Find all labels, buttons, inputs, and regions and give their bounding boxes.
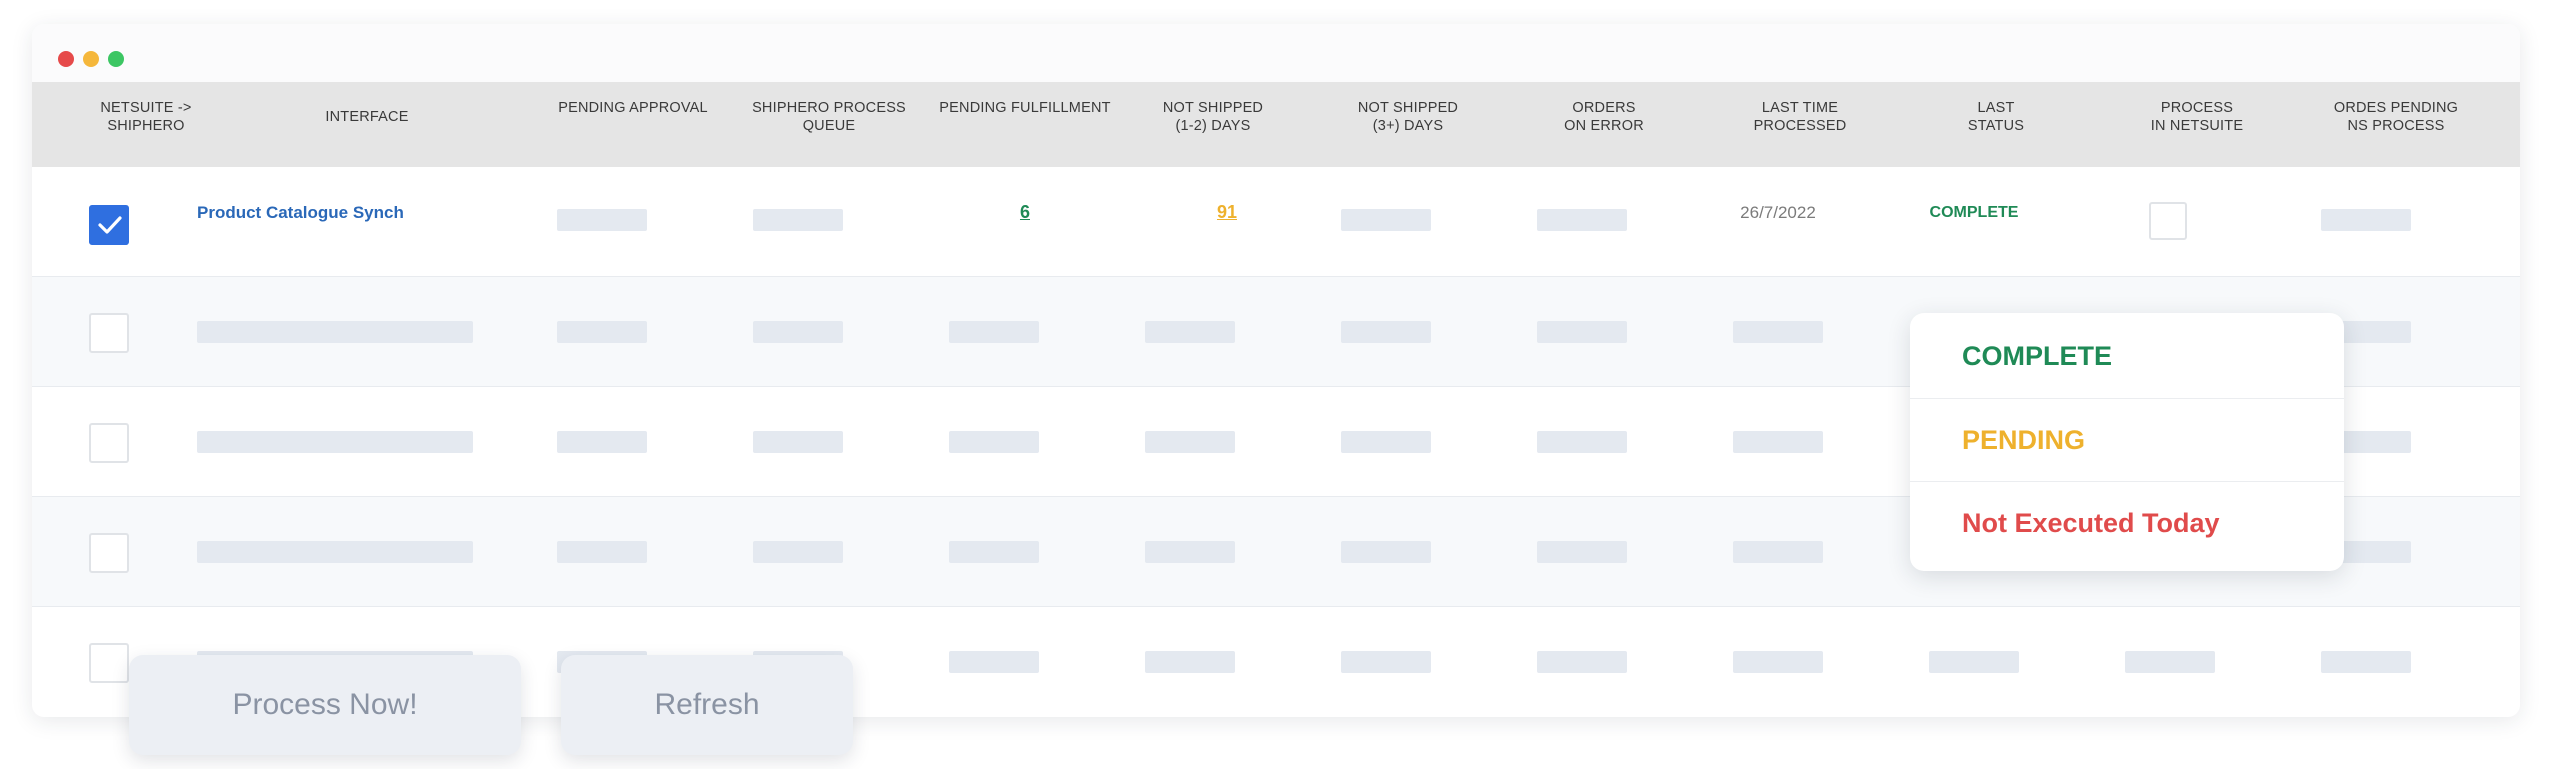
- cell-placeholder: [1733, 541, 1823, 563]
- row-select-checkbox[interactable]: [89, 205, 129, 245]
- check-icon: [98, 216, 122, 234]
- column-header-netsuite-shiphero[interactable]: NETSUITE -> SHIPHERO: [66, 82, 226, 167]
- cell-placeholder: [1341, 651, 1431, 673]
- process-in-netsuite-checkbox[interactable]: [2149, 202, 2187, 240]
- minimize-window-button[interactable]: [83, 51, 99, 67]
- interface-placeholder: [197, 431, 473, 453]
- last-time-processed: 26/7/2022: [1740, 203, 1816, 222]
- cell-placeholder: [1341, 541, 1431, 563]
- column-header-shiphero-process-queue[interactable]: SHIPHERO PROCESS QUEUE: [724, 82, 934, 167]
- interface-placeholder: [197, 541, 473, 563]
- cell-placeholder: [1537, 541, 1627, 563]
- ordes-pending-placeholder: [2321, 209, 2411, 231]
- cell-placeholder: [1341, 321, 1431, 343]
- cell-placeholder: [1733, 431, 1823, 453]
- process-now-button[interactable]: Process Now!: [129, 655, 521, 755]
- cell-placeholder: [2125, 651, 2215, 673]
- cell-placeholder: [1145, 431, 1235, 453]
- title-bar: [32, 24, 2520, 82]
- cell-placeholder: [1537, 651, 1627, 673]
- cell-placeholder: [1733, 651, 1823, 673]
- column-header-pending-fulfillment[interactable]: PENDING FULFILLMENT: [915, 82, 1135, 167]
- process-queue-placeholder: [753, 209, 843, 231]
- cell-placeholder: [949, 321, 1039, 343]
- cell-placeholder: [557, 431, 647, 453]
- row-select-checkbox[interactable]: [89, 643, 129, 683]
- column-header-process-in-netsuite[interactable]: PROCESS IN NETSUITE: [2097, 82, 2297, 167]
- cell-placeholder: [949, 431, 1039, 453]
- cell-placeholder: [1145, 541, 1235, 563]
- cell-placeholder: [557, 321, 647, 343]
- pending-approval-placeholder: [557, 209, 647, 231]
- row-select-checkbox[interactable]: [89, 533, 129, 573]
- orders-error-placeholder: [1537, 209, 1627, 231]
- cell-placeholder: [1537, 321, 1627, 343]
- status-dropdown-menu: COMPLETE PENDING Not Executed Today: [1910, 313, 2344, 571]
- cell-placeholder: [557, 541, 647, 563]
- column-header-not-shipped-1-2[interactable]: NOT SHIPPED (1-2) DAYS: [1113, 82, 1313, 167]
- column-header-ordes-pending-ns-process[interactable]: ORDES PENDING NS PROCESS: [2286, 82, 2506, 167]
- cell-placeholder: [949, 651, 1039, 673]
- column-header-not-shipped-3-plus[interactable]: NOT SHIPPED (3+) DAYS: [1308, 82, 1508, 167]
- maximize-window-button[interactable]: [108, 51, 124, 67]
- cell-placeholder: [1145, 321, 1235, 343]
- cell-placeholder: [1929, 651, 2019, 673]
- last-status[interactable]: COMPLETE: [1914, 204, 2034, 222]
- table-row: Product Catalogue Synch 6 91 26/7/2022 C…: [32, 167, 2520, 277]
- close-window-button[interactable]: [58, 51, 74, 67]
- cell-placeholder: [753, 431, 843, 453]
- status-option-pending[interactable]: PENDING: [1910, 398, 2344, 481]
- row-select-checkbox[interactable]: [89, 423, 129, 463]
- row-select-checkbox[interactable]: [89, 313, 129, 353]
- not-shipped-3-placeholder: [1341, 209, 1431, 231]
- column-header-last-time-processed[interactable]: LAST TIME PROCESSED: [1700, 82, 1900, 167]
- cell-placeholder: [1733, 321, 1823, 343]
- status-option-not-executed-today[interactable]: Not Executed Today: [1910, 481, 2344, 564]
- interface-link[interactable]: Product Catalogue Synch: [197, 203, 404, 223]
- column-header-orders-on-error[interactable]: ORDERS ON ERROR: [1504, 82, 1704, 167]
- cell-placeholder: [949, 541, 1039, 563]
- status-option-complete[interactable]: COMPLETE: [1910, 315, 2344, 398]
- cell-placeholder: [1145, 651, 1235, 673]
- pending-fulfillment-count[interactable]: 6: [980, 202, 1070, 223]
- not-shipped-1-2-count[interactable]: 91: [1182, 202, 1272, 223]
- cell-placeholder: [753, 541, 843, 563]
- cell-placeholder: [1341, 431, 1431, 453]
- column-header-last-status[interactable]: LAST STATUS: [1896, 82, 2096, 167]
- table-header: NETSUITE -> SHIPHERO INTERFACE PENDING AP…: [32, 82, 2520, 167]
- cell-placeholder: [1537, 431, 1627, 453]
- refresh-button[interactable]: Refresh: [561, 655, 853, 755]
- cell-placeholder: [753, 321, 843, 343]
- cell-placeholder: [2321, 651, 2411, 673]
- column-header-pending-approval[interactable]: PENDING APPROVAL: [528, 82, 738, 167]
- interface-placeholder: [197, 321, 473, 343]
- column-header-interface[interactable]: INTERFACE: [222, 82, 512, 167]
